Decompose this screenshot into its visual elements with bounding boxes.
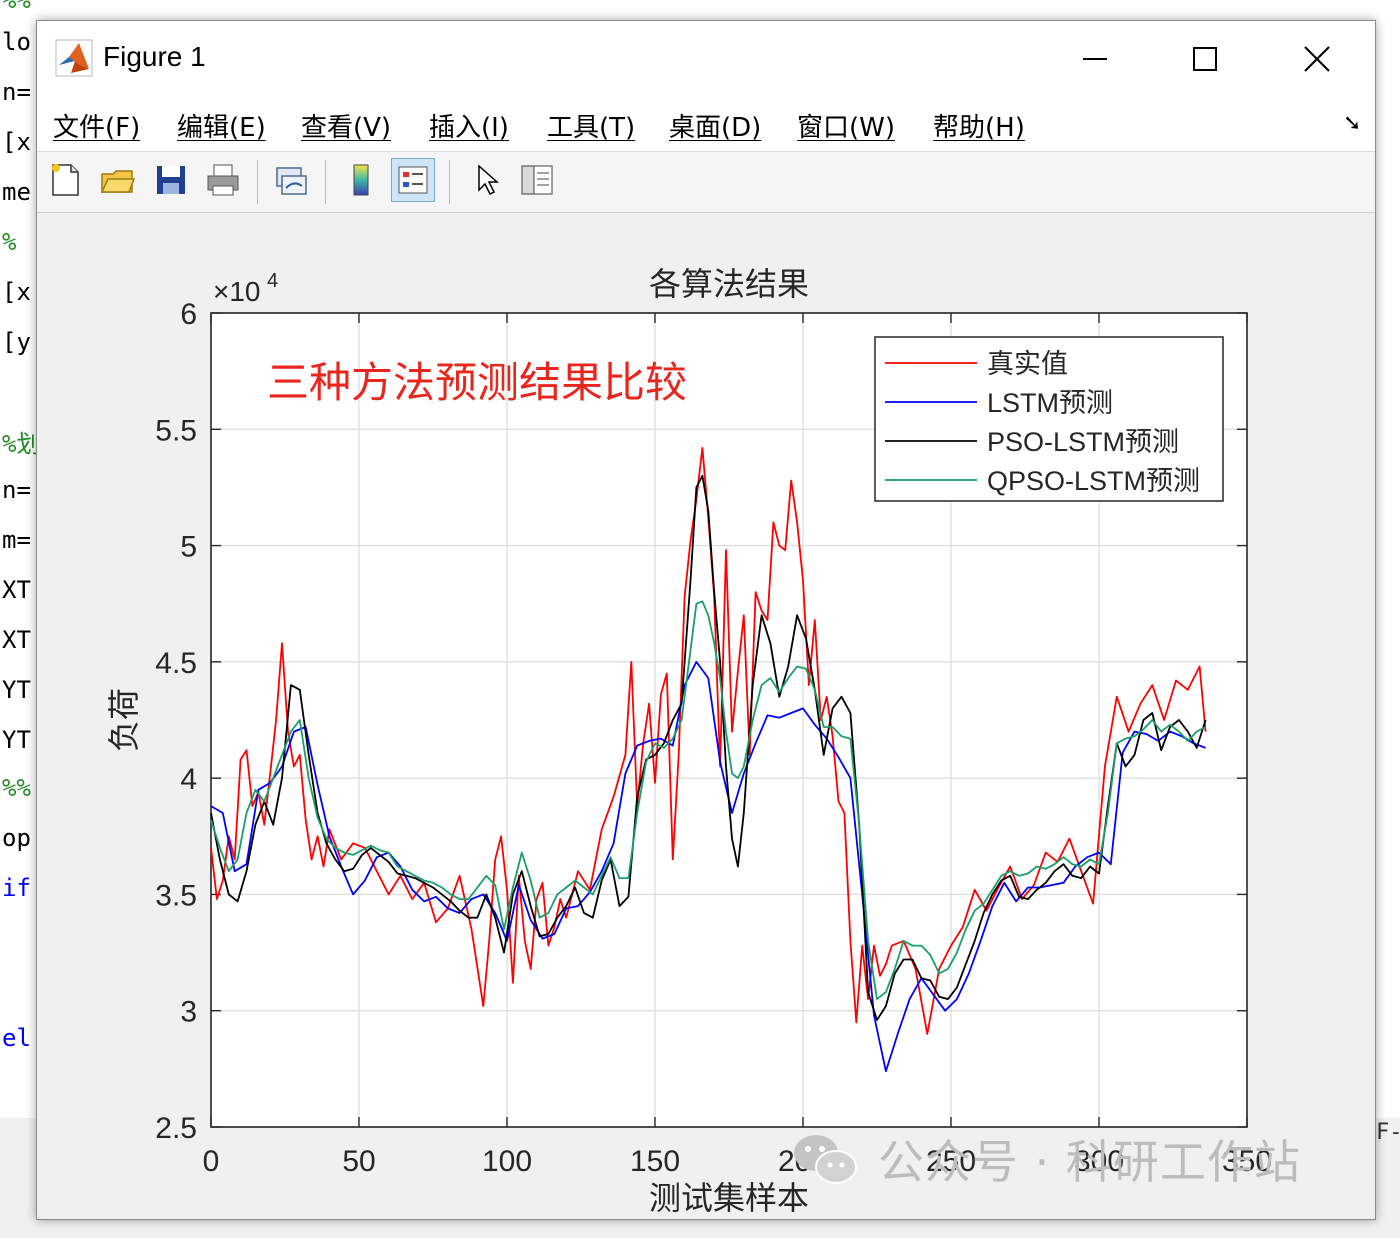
code-line: [y — [2, 328, 31, 356]
title-bar[interactable]: Figure 1 — [37, 21, 1375, 97]
chart-title: 各算法结果 — [649, 265, 809, 303]
legend-label: 真实值 — [987, 349, 1068, 379]
code-line: XT — [2, 576, 31, 604]
toolbar-separator — [449, 160, 450, 204]
y-tick-label: 5.5 — [155, 414, 197, 447]
y-tick-label: 4.5 — [155, 647, 197, 680]
code-line: %% — [2, 0, 31, 14]
property-inspector-button[interactable] — [515, 158, 559, 202]
editor-right-edge-text: F- — [1376, 1120, 1400, 1145]
watermark-text: 公众号 · 科研工作站 — [878, 1135, 1301, 1189]
y-tick-label: 3 — [180, 996, 197, 1029]
x-tick-label: 50 — [342, 1145, 375, 1178]
code-line: [x — [2, 278, 31, 306]
colorbar-icon — [353, 164, 369, 196]
close-button[interactable] — [1287, 37, 1347, 81]
matlab-logo-icon — [55, 39, 93, 77]
close-icon — [1304, 46, 1330, 72]
toolbar-separator — [257, 160, 258, 204]
y-tick-label: 4 — [180, 763, 197, 796]
y-exponent-label: ×10 — [213, 276, 261, 307]
legend-icon — [398, 166, 428, 194]
print-button[interactable] — [201, 158, 245, 202]
property-inspector-icon — [521, 165, 553, 195]
menu-window[interactable]: 窗口(W) — [797, 107, 895, 144]
pointer-button[interactable] — [465, 158, 509, 202]
colorbar-button[interactable] — [339, 158, 383, 202]
print-icon — [207, 164, 239, 196]
menu-file[interactable]: 文件(F) — [53, 107, 140, 144]
code-line: YT — [2, 726, 31, 754]
y-tick-label: 6 — [180, 298, 197, 331]
minimize-icon — [1083, 58, 1107, 60]
x-tick-label: 150 — [630, 1145, 680, 1178]
maximize-button[interactable] — [1175, 37, 1235, 81]
menu-insert[interactable]: 插入(I) — [429, 107, 509, 144]
menu-desktop[interactable]: 桌面(D) — [669, 107, 761, 144]
code-line: me — [2, 178, 31, 206]
open-file-button[interactable] — [95, 158, 139, 202]
x-tick-label: 100 — [482, 1145, 532, 1178]
link-plot-button[interactable] — [269, 158, 313, 202]
maximize-icon — [1193, 47, 1217, 71]
legend-label: PSO-LSTM预测 — [987, 427, 1179, 457]
chart-annotation: 三种方法预测结果比较 — [267, 358, 687, 407]
dock-arrow-icon[interactable]: ➘ — [1343, 111, 1361, 136]
figure-canvas: 0501001502002503003502.533.544.555.56×10… — [37, 213, 1375, 1219]
code-line: op — [2, 824, 31, 852]
line-chart[interactable]: 0501001502002503003502.533.544.555.56×10… — [37, 213, 1375, 1219]
y-exponent-power: 4 — [267, 270, 278, 292]
save-icon — [157, 166, 185, 194]
code-line: n= — [2, 78, 31, 106]
y-axis-label: 负荷 — [105, 688, 143, 752]
link-plot-icon — [276, 167, 307, 195]
menu-edit[interactable]: 编辑(E) — [177, 107, 266, 144]
legend-label: LSTM预测 — [987, 388, 1113, 418]
open-file-icon — [100, 170, 135, 193]
code-line: [x — [2, 128, 31, 156]
menu-help[interactable]: 帮助(H) — [933, 107, 1025, 144]
y-tick-label: 3.5 — [155, 879, 197, 912]
pointer-icon — [478, 164, 499, 196]
code-line: m= — [2, 526, 31, 554]
code-line: if — [2, 874, 31, 902]
window-title: Figure 1 — [103, 41, 206, 72]
watermark: 公众号 · 科研工作站 — [790, 1126, 1301, 1192]
code-line: n= — [2, 476, 31, 504]
menu-bar: 文件(F) 编辑(E) 查看(V) 插入(I) 工具(T) 桌面(D) 窗口(W… — [37, 97, 1375, 152]
code-line: XT — [2, 626, 31, 654]
y-tick-label: 2.5 — [155, 1112, 197, 1145]
legend-label: QPSO-LSTM预测 — [987, 466, 1200, 496]
code-line: el — [2, 1024, 31, 1052]
x-axis-label: 测试集样本 — [649, 1179, 809, 1217]
x-tick-label: 0 — [203, 1145, 220, 1178]
save-button[interactable] — [149, 158, 193, 202]
menu-tools[interactable]: 工具(T) — [547, 107, 635, 144]
new-figure-button[interactable] — [43, 158, 87, 202]
figure-window: Figure 1 文件(F) 编辑(E) 查看(V) 插入(I) 工具(T) 桌… — [36, 20, 1376, 1220]
code-line: %划 — [2, 430, 41, 458]
code-line: %% — [2, 774, 31, 802]
code-line: YT — [2, 676, 31, 704]
code-line: lo — [2, 28, 31, 56]
menu-view[interactable]: 查看(V) — [301, 107, 391, 144]
figure-toolbar — [37, 152, 1375, 213]
code-line: % — [2, 228, 17, 256]
toolbar-separator — [325, 160, 326, 204]
legend-button[interactable] — [391, 158, 435, 202]
minimize-button[interactable] — [1065, 37, 1125, 81]
wechat-icon — [794, 1135, 857, 1184]
new-figure-icon — [52, 164, 79, 196]
y-tick-label: 5 — [180, 531, 197, 564]
